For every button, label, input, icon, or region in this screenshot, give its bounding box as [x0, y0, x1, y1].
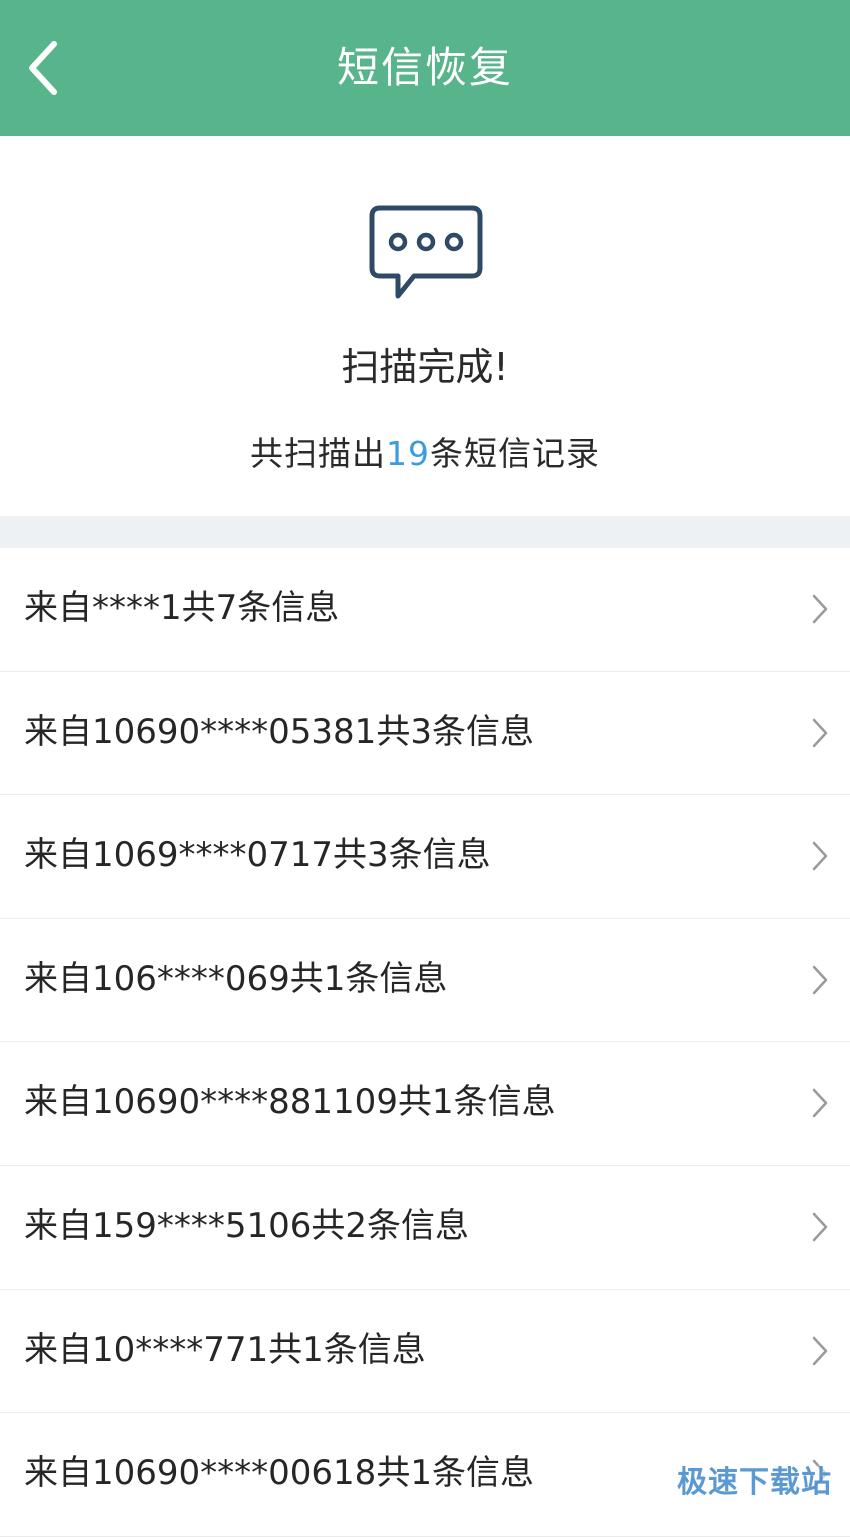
- list-item[interactable]: 来自106****069共1条信息: [0, 919, 850, 1043]
- scan-count-value: 19: [386, 434, 430, 473]
- list-item[interactable]: 来自10****771共1条信息: [0, 1290, 850, 1414]
- scan-count-text: 共扫描出19条短信记录: [0, 432, 850, 476]
- list-item[interactable]: 来自10690****05381共3条信息: [0, 672, 850, 796]
- list-item-label: 来自10690****881109共1条信息: [24, 1082, 556, 1123]
- list-item-label: 来自106****069共1条信息: [24, 958, 448, 999]
- section-divider: [0, 516, 850, 548]
- list-item[interactable]: 来自1069****0717共3条信息: [0, 795, 850, 919]
- sms-sender-list: 来自****1共7条信息 来自10690****05381共3条信息 来自106…: [0, 548, 850, 1537]
- list-item-label: 来自10690****00618共1条信息: [24, 1453, 534, 1494]
- app-header: 短信恢复: [0, 0, 850, 136]
- list-item-label: 来自****1共7条信息: [24, 588, 340, 628]
- scan-status: 扫描完成!: [341, 345, 509, 389]
- page-title: 短信恢复: [336, 43, 513, 92]
- chevron-right-icon: [812, 1089, 828, 1118]
- list-item-label: 来自10690****05381共3条信息: [24, 711, 534, 752]
- list-item[interactable]: 来自****1共7条信息: [0, 548, 850, 672]
- chevron-right-icon: [812, 718, 828, 747]
- list-item-label: 来自10****771共1条信息: [24, 1329, 426, 1370]
- chat-bubble-dots-icon: [369, 205, 483, 299]
- chevron-right-icon: [812, 841, 828, 871]
- list-item[interactable]: 来自159****5106共2条信息: [0, 1166, 850, 1290]
- list-item[interactable]: 来自10690****881109共1条信息: [0, 1042, 850, 1166]
- scan-count-suffix: 条短信记录: [430, 434, 600, 473]
- watermark: 极速下载站: [677, 1465, 832, 1500]
- list-item-label: 来自1069****0717共3条信息: [24, 835, 491, 876]
- chevron-right-icon: [812, 1336, 828, 1365]
- chevron-right-icon: [812, 594, 828, 624]
- scan-count-prefix: 共扫描出: [250, 434, 386, 473]
- chevron-right-icon: [812, 1212, 828, 1242]
- scan-summary: 扫描完成! 共扫描出19条短信记录: [0, 136, 850, 516]
- chevron-right-icon: [812, 965, 828, 995]
- list-item-label: 来自159****5106共2条信息: [24, 1205, 470, 1246]
